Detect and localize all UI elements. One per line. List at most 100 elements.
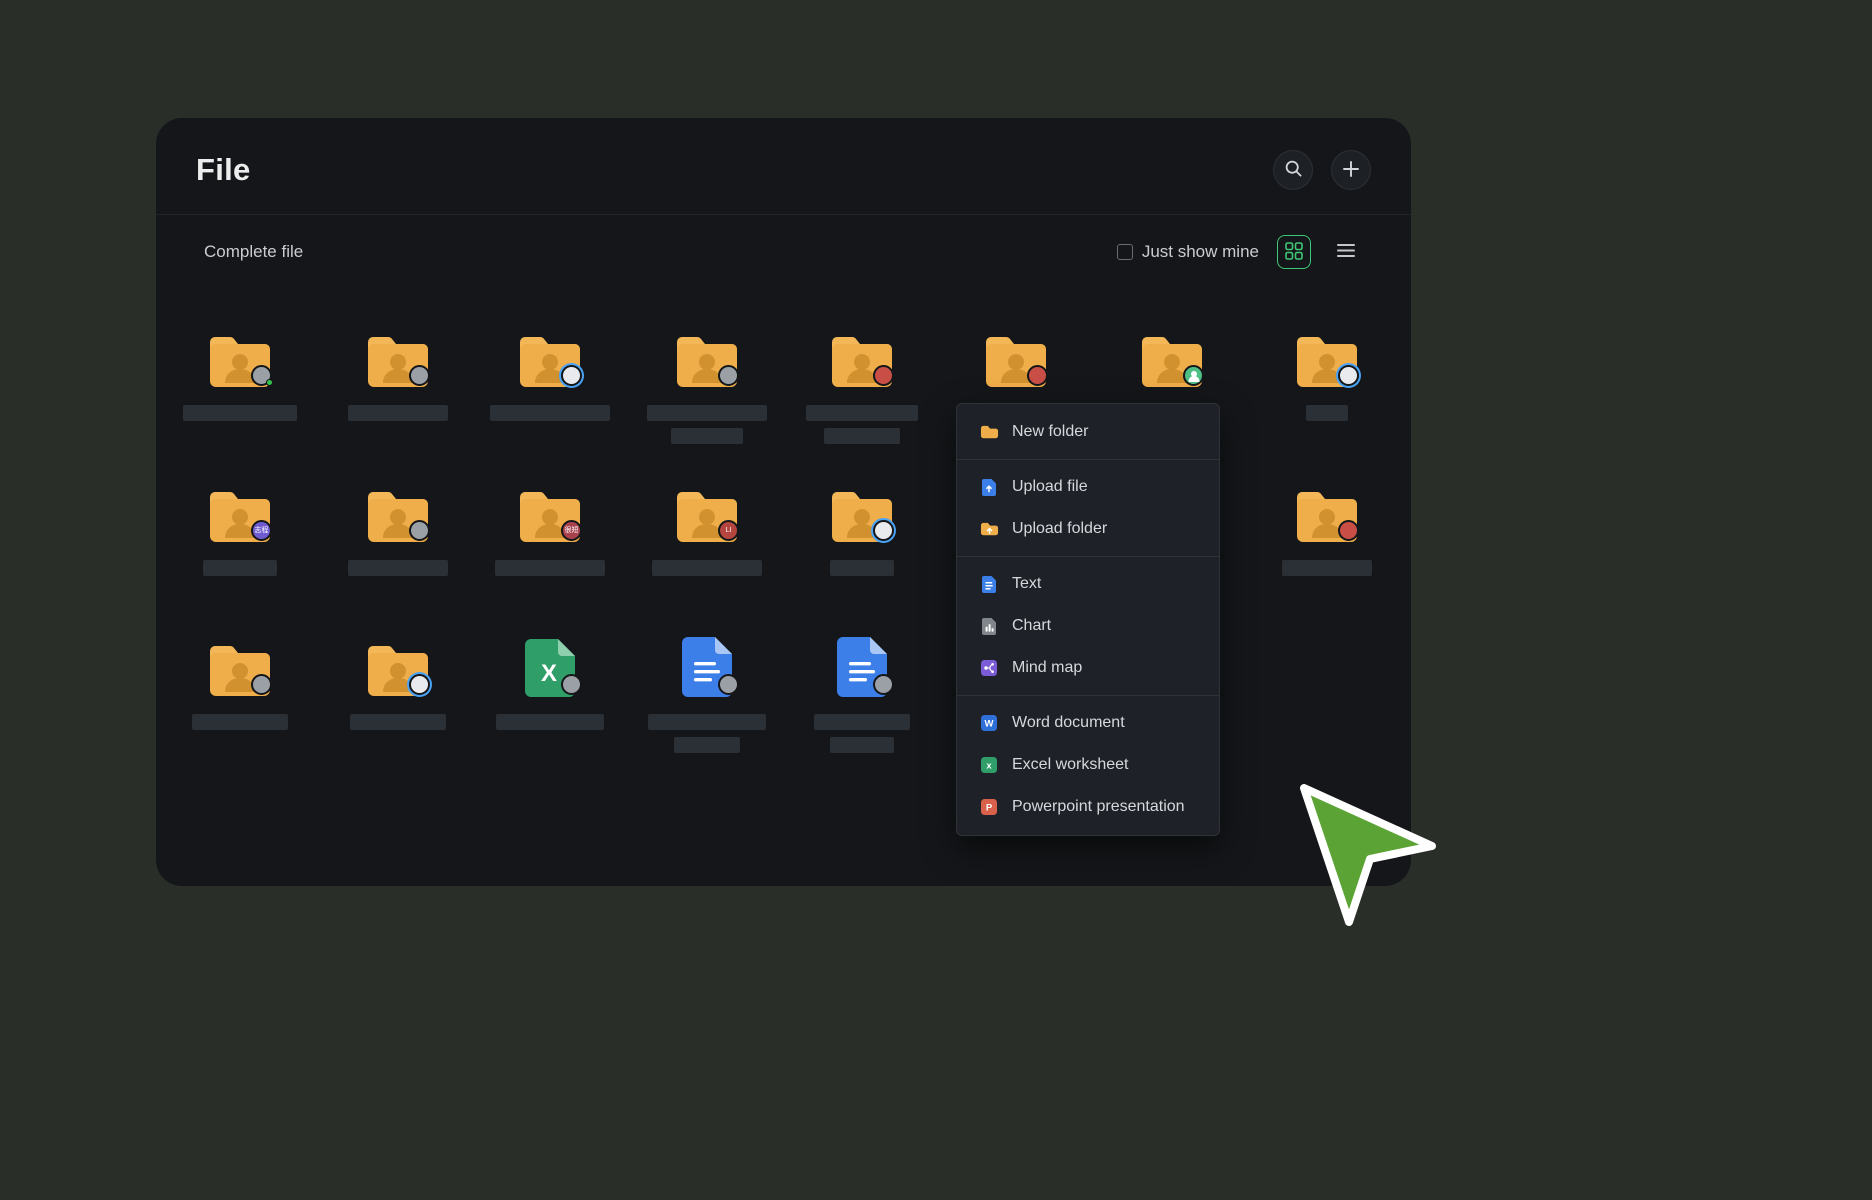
file-manager-panel: File Co (156, 118, 1411, 886)
collaborator-avatar (251, 674, 272, 695)
file-item-folder[interactable] (174, 632, 306, 760)
avatar-initials: 很短 (565, 527, 579, 534)
file-icon-wrap: 很短 (484, 478, 616, 544)
redacted-filename-bar (183, 405, 297, 421)
menu-item-upload-file[interactable]: Upload file (957, 466, 1219, 508)
page: File Co (0, 0, 1872, 1200)
menu-item-label: Powerpoint presentation (1012, 798, 1185, 816)
file-item-folder[interactable] (484, 323, 616, 451)
context-menu: New folder Upload file Upload folder Text Ch… (956, 403, 1220, 836)
collaborator-avatar (718, 365, 739, 386)
menu-divider (957, 695, 1219, 696)
redacted-filename-bar (806, 405, 918, 421)
file-icon-wrap: 志程 (174, 478, 306, 544)
file-icon-wrap (332, 478, 464, 544)
menu-item-excel-worksheet[interactable]: x Excel worksheet (957, 744, 1219, 786)
file-icon-wrap (174, 632, 306, 698)
file-icon-wrap (332, 323, 464, 389)
new-folder-icon (979, 424, 999, 440)
menu-divider (957, 459, 1219, 460)
collaborator-avatar (561, 365, 582, 386)
redacted-filename-bar (824, 428, 900, 444)
redacted-filename-bar (495, 560, 605, 576)
file-item-folder[interactable]: 志程 (174, 478, 306, 606)
file-item-folder[interactable] (332, 323, 464, 451)
collaborator-avatar (409, 674, 430, 695)
file-item-folder[interactable] (796, 478, 928, 606)
collaborator-avatar (561, 674, 582, 695)
redacted-filename-bar (674, 737, 740, 753)
menu-item-label: Excel worksheet (1012, 756, 1129, 774)
svg-text:x: x (986, 761, 992, 772)
collaborator-avatar (873, 365, 894, 386)
collaborator-avatar (718, 674, 739, 695)
collaborator-avatar (1338, 520, 1359, 541)
file-icon-wrap: X (484, 632, 616, 698)
collaborator-avatar (409, 520, 430, 541)
file-item-folder[interactable] (1261, 323, 1393, 451)
word-icon: W (979, 715, 999, 731)
redacted-filename-bar (203, 560, 277, 576)
file-icon-wrap (641, 632, 773, 698)
file-item-folder[interactable] (641, 323, 773, 451)
file-icon-wrap: LI (641, 478, 773, 544)
collaborator-avatar: 志程 (251, 520, 272, 541)
redacted-filename-bar (192, 714, 288, 730)
svg-text:P: P (986, 803, 993, 814)
redacted-filename-bar (830, 560, 894, 576)
collaborator-avatar: 很短 (561, 520, 582, 541)
redacted-filename-bar (647, 405, 767, 421)
file-item-doc[interactable] (641, 632, 773, 760)
menu-item-new-folder[interactable]: New folder (957, 411, 1219, 453)
online-dot (266, 379, 273, 386)
excel-icon: x (979, 757, 999, 773)
cursor-pointer (1296, 784, 1446, 934)
menu-item-label: Upload folder (1012, 520, 1107, 538)
file-item-folder[interactable] (1261, 478, 1393, 606)
redacted-filename-bar (671, 428, 743, 444)
menu-item-upload-folder[interactable]: Upload folder (957, 508, 1219, 550)
file-icon-wrap (796, 632, 928, 698)
menu-item-label: Upload file (1012, 478, 1088, 496)
file-item-excel[interactable]: X (484, 632, 616, 760)
collaborator-avatar (1183, 365, 1204, 386)
file-icon-wrap (1106, 323, 1238, 389)
file-icon-wrap (1261, 478, 1393, 544)
redacted-filename-bar (830, 737, 894, 753)
collaborator-avatar (873, 674, 894, 695)
text-icon (979, 575, 999, 594)
collaborator-avatar (1027, 365, 1048, 386)
menu-item-label: Text (1012, 575, 1041, 593)
collaborator-avatar (873, 520, 894, 541)
file-icon-wrap (174, 323, 306, 389)
upload-file-icon (979, 478, 999, 497)
menu-item-powerpoint-presentation[interactable]: P Powerpoint presentation (957, 786, 1219, 828)
redacted-filename-bar (348, 405, 448, 421)
redacted-filename-bar (648, 714, 766, 730)
redacted-filename-bar (348, 560, 448, 576)
menu-item-text[interactable]: Text (957, 563, 1219, 605)
file-item-folder[interactable] (332, 478, 464, 606)
file-item-folder[interactable]: LI (641, 478, 773, 606)
file-item-folder[interactable] (174, 323, 306, 451)
menu-item-label: Chart (1012, 617, 1051, 635)
file-item-folder[interactable] (796, 323, 928, 451)
ppt-icon: P (979, 799, 999, 815)
menu-item-mind-map[interactable]: Mind map (957, 647, 1219, 689)
upload-folder-icon (979, 521, 999, 537)
menu-item-word-document[interactable]: W Word document (957, 702, 1219, 744)
collaborator-avatar (251, 365, 272, 386)
redacted-filename-bar (652, 560, 762, 576)
menu-item-label: Word document (1012, 714, 1125, 732)
file-item-doc[interactable] (796, 632, 928, 760)
menu-item-label: Mind map (1012, 659, 1082, 677)
redacted-filename-bar (1306, 405, 1348, 421)
file-icon-wrap (332, 632, 464, 698)
menu-item-chart[interactable]: Chart (957, 605, 1219, 647)
file-icon-wrap (484, 323, 616, 389)
file-icon-wrap (1261, 323, 1393, 389)
avatar-initials: LI (726, 527, 732, 534)
file-item-folder[interactable]: 很短 (484, 478, 616, 606)
menu-item-label: New folder (1012, 423, 1088, 441)
file-item-folder[interactable] (332, 632, 464, 760)
